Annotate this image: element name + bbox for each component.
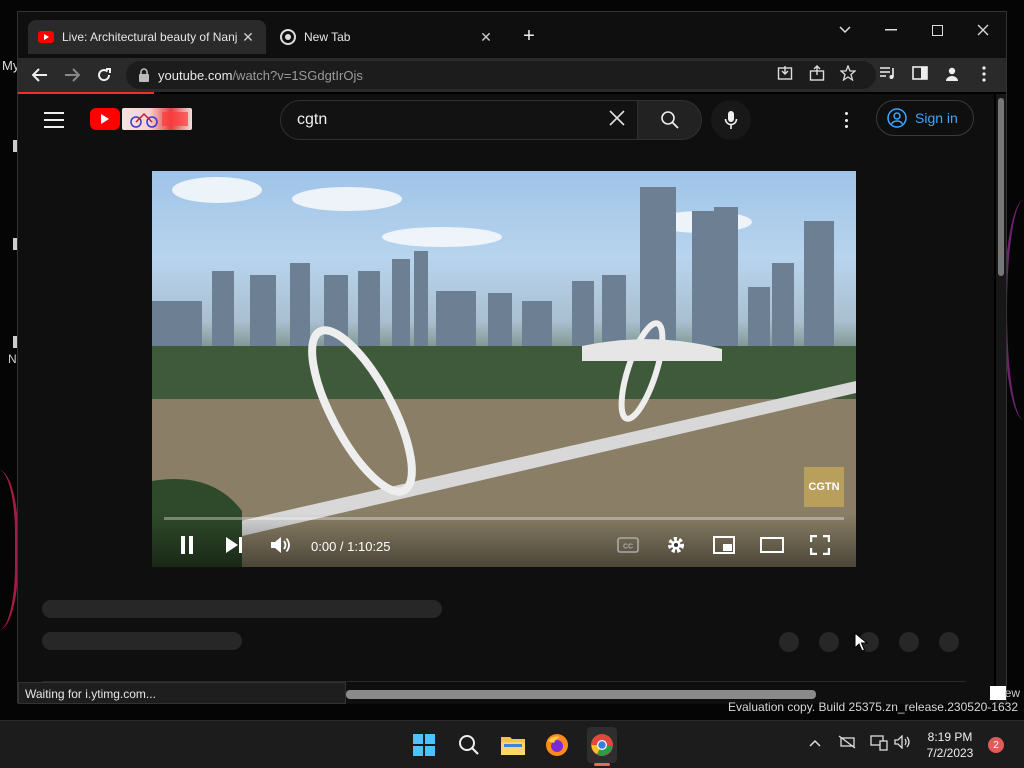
youtube-masthead: cgtn Sign in	[18, 94, 994, 150]
clock-date: 7/2/2023	[926, 746, 974, 760]
settings-gear-icon[interactable]	[663, 533, 689, 557]
profile-icon[interactable]	[942, 66, 962, 86]
wallpaper-glow	[1004, 200, 1024, 420]
theater-mode-icon[interactable]	[759, 533, 785, 557]
network-off-icon[interactable]	[838, 735, 856, 753]
bookmark-star-icon[interactable]	[838, 64, 858, 85]
search-icon	[660, 111, 679, 129]
search-query: cgtn	[297, 111, 328, 128]
video-player[interactable]: CGTN 0:00 / 1:10:25 CC	[152, 171, 856, 567]
network-icon[interactable]	[870, 735, 888, 753]
tab-title: New Tab	[304, 30, 351, 44]
start-button[interactable]	[410, 731, 438, 759]
running-indicator	[594, 763, 610, 766]
desktop-icon-label: N	[8, 352, 17, 366]
search-input[interactable]: cgtn	[280, 100, 638, 140]
sign-in-label: Sign in	[915, 110, 958, 126]
notification-badge[interactable]: 2	[988, 737, 1004, 753]
close-window-button[interactable]	[960, 16, 1006, 44]
guide-menu-icon[interactable]	[44, 112, 64, 128]
youtube-icon	[38, 29, 54, 45]
evaluation-watermark: Evaluation copy. Build 25375.zn_release.…	[728, 700, 1018, 714]
tab-strip: Live: Architectural beauty of Nanj ✕ New…	[18, 12, 1006, 58]
pause-icon[interactable]	[174, 533, 200, 557]
firefox-icon	[546, 734, 568, 756]
chrome-button[interactable]	[588, 731, 616, 759]
loading-action-placeholder	[779, 632, 799, 652]
loading-action-placeholder	[899, 632, 919, 652]
mouse-cursor-icon	[854, 632, 868, 652]
taskbar-search-button[interactable]	[455, 731, 483, 759]
address-bar[interactable]: youtube.com/watch?v=1SGdgtIrOjs	[126, 61, 876, 89]
tab-search-icon[interactable]	[822, 16, 868, 44]
sign-in-button[interactable]: Sign in	[876, 100, 974, 136]
svg-text:CC: CC	[623, 544, 633, 551]
loading-channel-placeholder	[42, 632, 242, 650]
browser-window: Live: Architectural beauty of Nanj ✕ New…	[17, 11, 1007, 704]
chrome-icon	[591, 734, 613, 756]
account-icon	[887, 108, 907, 128]
channel-watermark: CGTN	[804, 467, 844, 507]
url-text: youtube.com/watch?v=1SGdgtIrOjs	[158, 67, 363, 83]
youtube-page: cgtn Sign in CGTN 0:00 / 1:10:25 CC	[18, 94, 994, 704]
minimize-button[interactable]	[868, 16, 914, 44]
browser-menu-icon[interactable]	[974, 66, 994, 86]
status-bubble: Waiting for i.ytimg.com...	[18, 682, 346, 704]
volume-icon[interactable]	[268, 533, 294, 557]
horizontal-scrollbar[interactable]	[346, 690, 816, 699]
file-explorer-button[interactable]	[499, 731, 527, 759]
youtube-logo[interactable]	[90, 107, 192, 131]
side-panel-icon[interactable]	[910, 66, 930, 86]
tab-title: Live: Architectural beauty of Nanj	[62, 30, 238, 44]
captions-icon[interactable]: CC	[615, 533, 641, 557]
close-icon[interactable]: ✕	[478, 29, 494, 46]
reload-button[interactable]	[91, 62, 117, 88]
firefox-button[interactable]	[543, 731, 571, 759]
clock-time: 8:19 PM	[927, 730, 973, 744]
microphone-icon	[724, 111, 738, 129]
share-icon[interactable]	[807, 65, 827, 85]
clear-search-icon[interactable]	[597, 107, 637, 133]
youtube-play-icon	[90, 108, 120, 130]
chrome-icon	[280, 29, 296, 45]
player-controls: 0:00 / 1:10:25 CC	[152, 513, 856, 567]
scrollbar-thumb[interactable]	[998, 98, 1004, 276]
settings-menu-icon[interactable]	[836, 110, 856, 130]
lock-icon	[138, 68, 150, 82]
back-button[interactable]	[27, 62, 53, 88]
search-icon	[459, 735, 479, 755]
voice-search-button[interactable]	[711, 100, 751, 140]
show-hidden-icons[interactable]	[806, 735, 824, 753]
youtube-doodle	[122, 108, 192, 130]
loading-action-placeholder	[939, 632, 959, 652]
loading-title-placeholder	[42, 600, 442, 618]
tab-new-tab[interactable]: New Tab ✕	[270, 20, 504, 54]
next-icon[interactable]	[221, 533, 247, 557]
forward-button[interactable]	[59, 62, 85, 88]
taskbar: 8:19 PM 7/2/2023 2	[0, 720, 1024, 768]
taskbar-clock[interactable]: 8:19 PM 7/2/2023	[914, 729, 986, 761]
fullscreen-icon[interactable]	[807, 533, 833, 557]
browser-toolbar: youtube.com/watch?v=1SGdgtIrOjs	[18, 58, 1006, 92]
desktop-label: ew	[1004, 686, 1020, 700]
new-tab-button[interactable]: +	[518, 26, 540, 48]
speaker-icon[interactable]	[894, 734, 912, 753]
vertical-scrollbar[interactable]	[996, 94, 1006, 704]
windows-icon	[413, 734, 435, 756]
media-control-icon[interactable]	[878, 66, 898, 86]
tab-youtube[interactable]: Live: Architectural beauty of Nanj ✕	[28, 20, 266, 54]
video-progress-bar[interactable]	[164, 517, 844, 520]
miniplayer-icon[interactable]	[711, 533, 737, 557]
maximize-button[interactable]	[914, 16, 960, 44]
loading-action-placeholder	[819, 632, 839, 652]
desktop-widget	[990, 686, 1006, 700]
install-app-icon[interactable]	[775, 65, 795, 85]
video-timecode: 0:00 / 1:10:25	[311, 539, 391, 554]
city-skyline-scene	[152, 187, 856, 567]
folder-icon	[501, 737, 525, 755]
close-icon[interactable]: ✕	[240, 29, 256, 46]
wallpaper-glow	[0, 470, 18, 630]
search-button[interactable]	[638, 100, 702, 140]
